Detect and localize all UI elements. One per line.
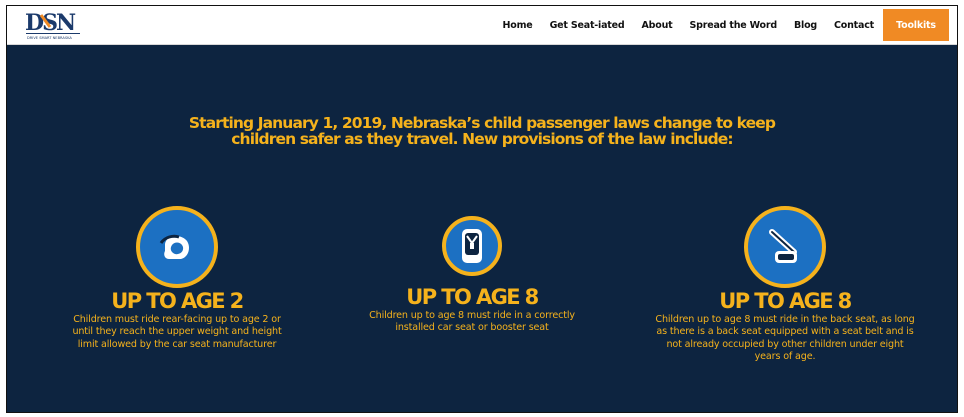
nav-spread-the-word[interactable]: Spread the Word bbox=[689, 20, 777, 31]
nav-blog[interactable]: Blog bbox=[794, 20, 817, 31]
page-frame: DSN DRIVE SMART NEBRASKA Home Get Seat-i… bbox=[6, 5, 958, 413]
back-seat-belt-icon bbox=[744, 206, 826, 288]
hero-line-2: children safer as they travel. New provi… bbox=[231, 130, 733, 148]
hero-heading: Starting January 1, 2019, Nebraska’s chi… bbox=[7, 115, 957, 147]
provision-heading: UP TO AGE 8 bbox=[719, 289, 852, 313]
provision-age-8-seat: UP TO AGE 8 Children up to age 8 must ri… bbox=[342, 206, 602, 335]
desc-line: Children must ride rear-facing up to age… bbox=[73, 314, 281, 325]
desc-line: until they reach the upper weight and he… bbox=[72, 326, 282, 338]
desc-line: Children up to age 8 must ride in a corr… bbox=[369, 310, 575, 321]
desc-line: not already occupied by other children u… bbox=[666, 338, 904, 350]
main-nav: Home Get Seat-iated About Spread the Wor… bbox=[503, 6, 875, 45]
provision-heading: UP TO AGE 8 bbox=[406, 285, 539, 309]
provision-description: Children must ride rear-facing up to age… bbox=[37, 314, 317, 351]
svg-text:DSN: DSN bbox=[25, 10, 76, 36]
nav-home[interactable]: Home bbox=[503, 20, 533, 31]
provision-age-8-back-seat: UP TO AGE 8 Children up to age 8 must ri… bbox=[635, 206, 935, 364]
nav-contact[interactable]: Contact bbox=[834, 20, 874, 31]
provision-description: Children up to age 8 must ride in the ba… bbox=[635, 314, 935, 364]
top-navigation-bar: DSN DRIVE SMART NEBRASKA Home Get Seat-i… bbox=[7, 6, 957, 45]
car-seat-harness-icon bbox=[442, 216, 502, 276]
provision-heading: UP TO AGE 2 bbox=[111, 289, 244, 313]
desc-line: limit allowed by the car seat manufactur… bbox=[77, 338, 277, 350]
rear-facing-seat-icon bbox=[136, 206, 218, 288]
site-logo[interactable]: DSN DRIVE SMART NEBRASKA bbox=[23, 9, 91, 41]
desc-line: as there is a back seat equipped with a … bbox=[656, 326, 914, 338]
nav-about[interactable]: About bbox=[641, 20, 672, 31]
provision-age-2: UP TO AGE 2 Children must ride rear-faci… bbox=[37, 206, 317, 351]
nav-get-seat-iated[interactable]: Get Seat-iated bbox=[550, 20, 625, 31]
hero-line-1: Starting January 1, 2019, Nebraska’s chi… bbox=[188, 114, 776, 132]
svg-text:DRIVE SMART NEBRASKA: DRIVE SMART NEBRASKA bbox=[27, 36, 72, 40]
provision-description: Children up to age 8 must ride in a corr… bbox=[342, 310, 602, 335]
toolkits-button[interactable]: Toolkits bbox=[883, 9, 949, 41]
desc-line: years of age. bbox=[754, 351, 816, 363]
desc-line: installed car seat or booster seat bbox=[395, 322, 549, 334]
desc-line: Children up to age 8 must ride in the ba… bbox=[655, 314, 915, 325]
